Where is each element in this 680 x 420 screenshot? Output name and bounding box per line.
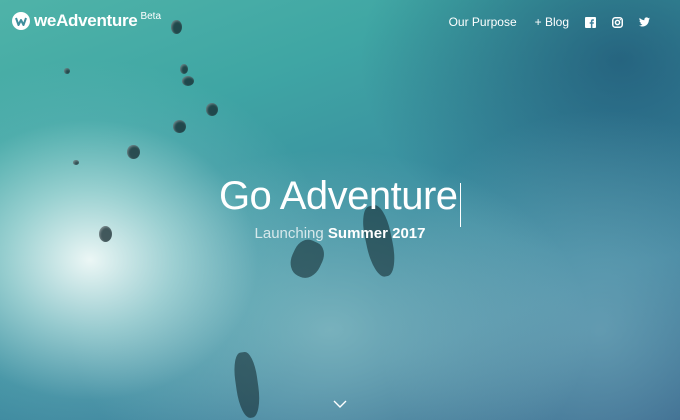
water-drop <box>206 103 218 116</box>
typing-caret <box>459 182 462 227</box>
hero-headline: Go Adventure Launching Summer 2017 <box>0 172 680 242</box>
top-navigation: weAdventure Beta Our Purpose + Blog <box>0 0 680 44</box>
swimmer-silhouette <box>285 235 329 283</box>
twitter-icon[interactable] <box>639 17 650 28</box>
brand-mark-icon <box>12 12 30 30</box>
water-drop <box>182 76 194 86</box>
water-drop <box>127 145 140 159</box>
brand-name: weAdventure <box>34 11 138 30</box>
water-drop <box>64 68 70 74</box>
nav-link-blog[interactable]: + Blog <box>535 15 569 29</box>
brand-logo[interactable]: weAdventure Beta <box>12 11 161 31</box>
subtitle-highlight: Summer 2017 <box>327 224 426 242</box>
water-drop <box>173 120 186 133</box>
water-drop <box>180 64 188 74</box>
water-drop <box>73 160 79 165</box>
hero-subtitle: Launching Summer 2017 <box>0 225 680 242</box>
swimmer-silhouette <box>231 350 263 420</box>
beta-badge: Beta <box>140 11 162 22</box>
instagram-icon[interactable] <box>612 16 623 28</box>
nav-link-our-purpose[interactable]: Our Purpose <box>449 15 517 29</box>
facebook-icon[interactable] <box>585 16 596 28</box>
hero-title: Go Adventure <box>218 174 458 218</box>
chevron-down-icon[interactable] <box>333 396 347 408</box>
main-nav: Our Purpose + Blog <box>431 15 650 29</box>
subtitle-prefix: Launching <box>254 224 324 242</box>
